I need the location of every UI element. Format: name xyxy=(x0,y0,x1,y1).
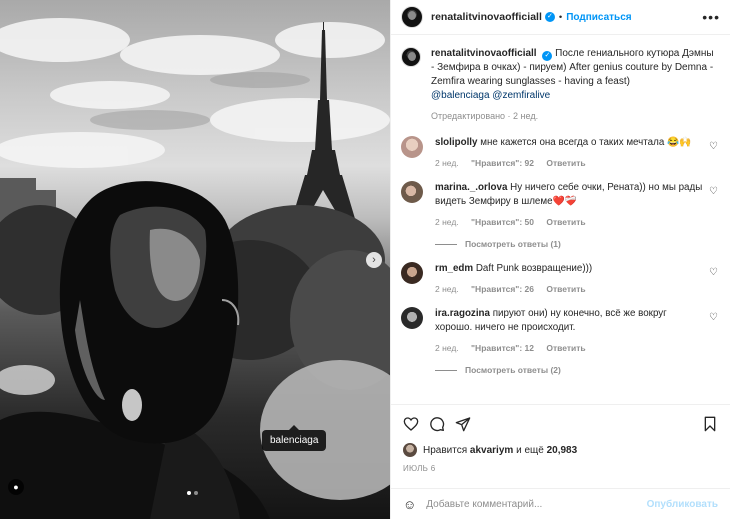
liker-avatar[interactable] xyxy=(403,443,417,457)
add-comment-bar: ☺ Опубликовать xyxy=(391,488,730,519)
likes-summary: Нравится akvariym и ещё 20,983 xyxy=(403,443,718,457)
comment-text-line: ira.ragozina пируют они) ну конечно, всё… xyxy=(435,307,703,335)
comment-reply-button[interactable]: Ответить xyxy=(546,217,585,227)
comment-text-line: sloliрolly мне кажется она всегда о таки… xyxy=(435,136,703,150)
bookmark-icon[interactable] xyxy=(702,416,718,432)
commenter-username[interactable]: sloliрolly xyxy=(435,137,477,148)
caption-mentions[interactable]: @balenciaga @zemfiralive xyxy=(431,89,718,103)
comment-text-line: rm_edm Daft Punk возвращение))) xyxy=(435,262,703,276)
carousel-dots xyxy=(187,491,198,495)
post-caption: renatalitvinovaofficiall ✓ После гениаль… xyxy=(401,35,718,123)
commenter-avatar[interactable] xyxy=(401,262,423,284)
heart-icon[interactable] xyxy=(403,416,419,432)
more-options-icon[interactable]: ••• xyxy=(702,9,720,25)
commenter-avatar[interactable] xyxy=(401,136,423,158)
post-actions: Нравится akvariym и ещё 20,983 ИЮЛЬ 6 ☺ … xyxy=(391,404,730,519)
carousel-dot-active xyxy=(187,491,191,495)
likes-count[interactable]: 20,983 xyxy=(547,445,578,456)
author-username[interactable]: renatalitvinovaofficiall xyxy=(431,11,542,23)
caption-meta: Отредактировано · 2 нед. xyxy=(431,111,539,121)
commenter-avatar[interactable] xyxy=(401,307,423,329)
share-icon[interactable] xyxy=(455,416,471,432)
emoji-icon[interactable]: ☺ xyxy=(403,497,416,512)
verified-badge-icon: ✓ xyxy=(544,12,555,22)
comment-like-heart-icon[interactable]: ♡ xyxy=(709,186,718,197)
comment-time[interactable]: 2 нед. xyxy=(435,343,459,353)
comment-like-heart-icon[interactable]: ♡ xyxy=(709,267,718,278)
commenter-username[interactable]: rm_edm xyxy=(435,263,473,274)
post-date[interactable]: ИЮЛЬ 6 xyxy=(403,464,718,473)
comment-item: ira.ragozina пируют они) ну конечно, всё… xyxy=(401,307,718,375)
comment-time[interactable]: 2 нед. xyxy=(435,217,459,227)
instagram-post-view: balenciaga › ● renatalitvinovaofficiall … xyxy=(0,0,730,519)
author-avatar[interactable] xyxy=(401,6,423,28)
carousel-dot xyxy=(194,491,198,495)
comment-time[interactable]: 2 нед. xyxy=(435,284,459,294)
publish-button[interactable]: Опубликовать xyxy=(647,499,718,510)
likes-prefix: Нравится xyxy=(423,444,468,456)
follow-button[interactable]: Подписаться xyxy=(566,12,631,23)
comment-item: rm_edm Daft Punk возвращение))) 2 нед. "… xyxy=(401,262,718,294)
comments-list[interactable]: renatalitvinovaofficiall ✓ После гениаль… xyxy=(391,35,730,404)
view-replies-button[interactable]: Посмотреть ответы (1) xyxy=(435,239,703,249)
comment-text: Daft Punk возвращение))) xyxy=(475,263,593,274)
comment-text: мне кажется она всегда о таких мечтала 😂… xyxy=(480,137,692,148)
product-tag[interactable]: balenciaga xyxy=(262,425,327,451)
post-photo[interactable]: balenciaga › ● xyxy=(0,0,390,519)
comment-reply-button[interactable]: Ответить xyxy=(546,284,585,294)
comment-meta: 2 нед. "Нравится": 12 Ответить xyxy=(435,343,703,353)
comment-time[interactable]: 2 нед. xyxy=(435,158,459,168)
view-replies-button[interactable]: Посмотреть ответы (2) xyxy=(435,365,703,375)
comment-input[interactable] xyxy=(426,498,647,510)
liker-username[interactable]: akvariym xyxy=(470,445,513,456)
comment-likes[interactable]: "Нравится": 26 xyxy=(471,284,534,294)
commenter-username[interactable]: marina._.orlova xyxy=(435,182,507,193)
commenter-avatar[interactable] xyxy=(401,181,423,203)
caption-body: renatalitvinovaofficiall ✓ После гениаль… xyxy=(431,47,718,123)
caption-author-avatar[interactable] xyxy=(401,47,421,67)
comment-meta: 2 нед. "Нравится": 26 Ответить xyxy=(435,284,703,294)
comment-likes[interactable]: "Нравится": 50 xyxy=(471,217,534,227)
comment-reply-button[interactable]: Ответить xyxy=(546,343,585,353)
user-tag-icon[interactable]: ● xyxy=(8,479,24,495)
comment-icon[interactable] xyxy=(429,416,445,432)
likes-suffix: и ещё xyxy=(516,444,544,456)
commenter-username[interactable]: ira.ragozina xyxy=(435,308,490,319)
comment-meta: 2 нед. "Нравится": 50 Ответить xyxy=(435,217,703,227)
comment-like-heart-icon[interactable]: ♡ xyxy=(709,312,718,323)
post-header: renatalitvinovaofficiall ✓ • Подписаться… xyxy=(391,0,730,35)
header-separator: • xyxy=(558,11,563,23)
action-icons-row xyxy=(403,415,718,433)
comment-body: rm_edm Daft Punk возвращение))) 2 нед. "… xyxy=(435,262,703,294)
comment-reply-button[interactable]: Ответить xyxy=(546,158,585,168)
comment-text-line: marina._.orlova Ну ничего себе очки, Рен… xyxy=(435,181,703,209)
comment-like-heart-icon[interactable]: ♡ xyxy=(709,141,718,152)
comment-likes[interactable]: "Нравится": 92 xyxy=(471,158,534,168)
comment-item: sloliрolly мне кажется она всегда о таки… xyxy=(401,136,718,168)
comment-meta: 2 нед. "Нравится": 92 Ответить xyxy=(435,158,703,168)
comment-body: marina._.orlova Ну ничего себе очки, Рен… xyxy=(435,181,703,249)
comment-item: marina._.orlova Ну ничего себе очки, Рен… xyxy=(401,181,718,249)
photo-illustration xyxy=(0,18,390,519)
post-side-panel: renatalitvinovaofficiall ✓ • Подписаться… xyxy=(390,0,730,519)
next-slide-chevron-icon[interactable]: › xyxy=(366,252,382,268)
comment-likes[interactable]: "Нравится": 12 xyxy=(471,343,534,353)
comment-body: ira.ragozina пируют они) ну конечно, всё… xyxy=(435,307,703,375)
caption-verified-badge-icon: ✓ xyxy=(542,51,553,61)
comment-body: sloliрolly мне кажется она всегда о таки… xyxy=(435,136,703,168)
caption-username[interactable]: renatalitvinovaofficiall xyxy=(431,48,537,59)
